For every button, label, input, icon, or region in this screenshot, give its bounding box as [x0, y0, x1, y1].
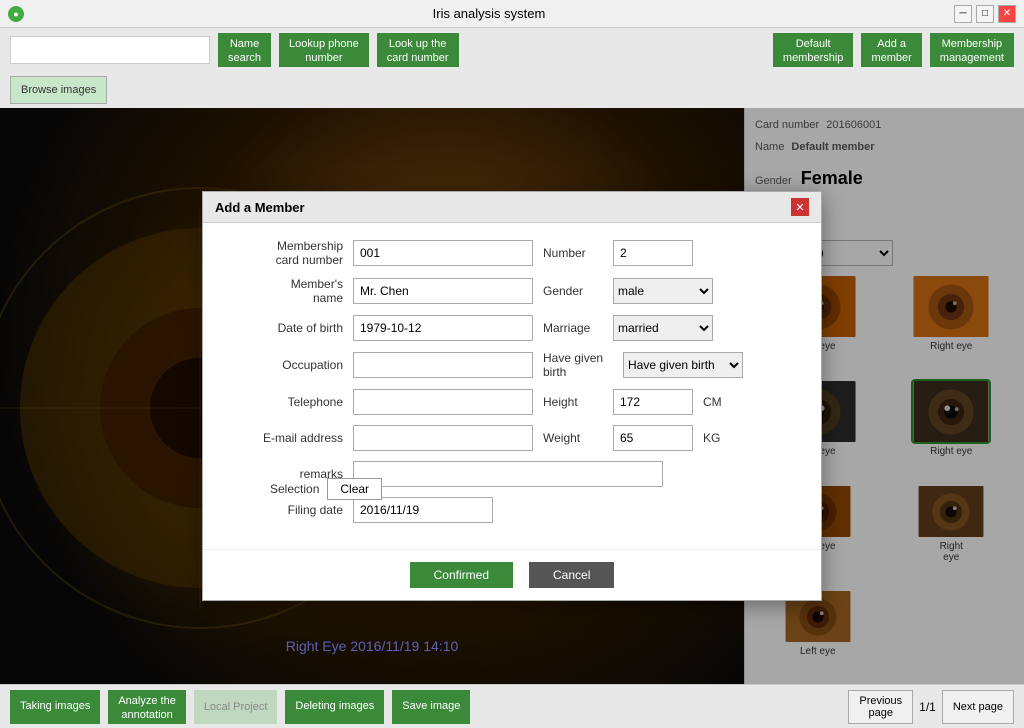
- secondary-toolbar: Browse images: [0, 72, 1024, 108]
- search-input[interactable]: [10, 36, 210, 64]
- page-number: 1/1: [919, 700, 936, 714]
- dob-input[interactable]: [353, 315, 533, 341]
- previous-page-button[interactable]: Previous page: [848, 690, 913, 724]
- form-row-filing: Filing date: [223, 497, 801, 523]
- selection-area: Selection Clear: [270, 478, 382, 500]
- number-input[interactable]: [613, 240, 693, 266]
- main-content: Right Eye 2016/11/19 14:10 Current membe…: [0, 108, 1024, 684]
- height-unit: CM: [703, 395, 722, 409]
- telephone-label: Telephone: [223, 395, 343, 409]
- next-page-button[interactable]: Next page: [942, 690, 1014, 724]
- have-given-birth-select[interactable]: Have given birth No: [623, 352, 743, 378]
- confirmed-button[interactable]: Confirmed: [410, 562, 513, 588]
- deleting-images-button[interactable]: Deleting images: [285, 690, 384, 724]
- selection-label: Selection: [270, 482, 319, 496]
- close-button[interactable]: ✕: [998, 5, 1016, 23]
- membership-management-button[interactable]: Membership management: [930, 33, 1014, 67]
- gender-select[interactable]: male female: [613, 278, 713, 304]
- card-number-form-input[interactable]: [353, 240, 533, 266]
- lookup-card-button[interactable]: Look up the card number: [377, 33, 459, 67]
- gender-form-label: Gender: [543, 284, 603, 298]
- title-bar: ● Iris analysis system ─ □ ✕: [0, 0, 1024, 28]
- members-name-label: Member's name: [223, 277, 343, 305]
- modal-close-button[interactable]: ✕: [791, 198, 809, 216]
- add-member-modal: Add a Member ✕ Membership card number Nu…: [202, 191, 822, 601]
- page-info: Previous page 1/1 Next page: [848, 690, 1014, 724]
- weight-unit: KG: [703, 431, 720, 445]
- filing-date-label: Filing date: [223, 503, 343, 517]
- form-row-email: E-mail address Weight KG: [223, 425, 801, 451]
- height-input[interactable]: [613, 389, 693, 415]
- number-label: Number: [543, 246, 603, 260]
- dob-label: Date of birth: [223, 321, 343, 335]
- have-given-birth-label: Have given birth: [543, 351, 613, 379]
- app-icon: ●: [8, 6, 24, 22]
- filing-date-input[interactable]: [353, 497, 493, 523]
- members-name-input[interactable]: [353, 278, 533, 304]
- modal-overlay: Selection Clear Add a Member ✕ Membershi…: [0, 108, 1024, 684]
- modal-footer: Confirmed Cancel: [203, 549, 821, 600]
- browse-images-button[interactable]: Browse images: [10, 76, 107, 104]
- marriage-label: Marriage: [543, 321, 603, 335]
- analyze-annotation-button[interactable]: Analyze the annotation: [108, 690, 185, 724]
- name-search-button[interactable]: Name search: [218, 33, 271, 67]
- lookup-phone-button[interactable]: Lookup phone number: [279, 33, 369, 67]
- height-label: Height: [543, 395, 603, 409]
- occupation-input[interactable]: [353, 352, 533, 378]
- modal-body: Membership card number Number Member's n…: [203, 223, 821, 549]
- window-title: Iris analysis system: [24, 6, 954, 21]
- window-controls: ─ □ ✕: [954, 5, 1016, 23]
- weight-input[interactable]: [613, 425, 693, 451]
- modal-title: Add a Member: [215, 200, 305, 215]
- local-project-button: Local Project: [194, 690, 278, 724]
- remarks-input[interactable]: [353, 461, 663, 487]
- occupation-label: Occupation: [223, 358, 343, 372]
- restore-button[interactable]: □: [976, 5, 994, 23]
- form-row-card: Membership card number Number: [223, 239, 801, 267]
- clear-button[interactable]: Clear: [327, 478, 382, 500]
- minimize-button[interactable]: ─: [954, 5, 972, 23]
- email-input[interactable]: [353, 425, 533, 451]
- taking-images-button[interactable]: Taking images: [10, 690, 100, 724]
- save-image-button[interactable]: Save image: [392, 690, 470, 724]
- form-row-name: Member's name Gender male female: [223, 277, 801, 305]
- telephone-input[interactable]: [353, 389, 533, 415]
- card-number-form-label: Membership card number: [223, 239, 343, 267]
- default-membership-button[interactable]: Default membership: [773, 33, 854, 67]
- weight-label: Weight: [543, 431, 603, 445]
- marriage-select[interactable]: married single divorced: [613, 315, 713, 341]
- form-row-dob: Date of birth Marriage married single di…: [223, 315, 801, 341]
- top-toolbar: Name search Lookup phone number Look up …: [0, 28, 1024, 72]
- form-row-occupation: Occupation Have given birth Have given b…: [223, 351, 801, 379]
- email-label: E-mail address: [223, 431, 343, 445]
- cancel-button[interactable]: Cancel: [529, 562, 614, 588]
- form-row-telephone: Telephone Height CM: [223, 389, 801, 415]
- add-member-button[interactable]: Add a member: [861, 33, 921, 67]
- bottom-toolbar: Taking images Analyze the annotation Loc…: [0, 684, 1024, 728]
- modal-header: Add a Member ✕: [203, 192, 821, 223]
